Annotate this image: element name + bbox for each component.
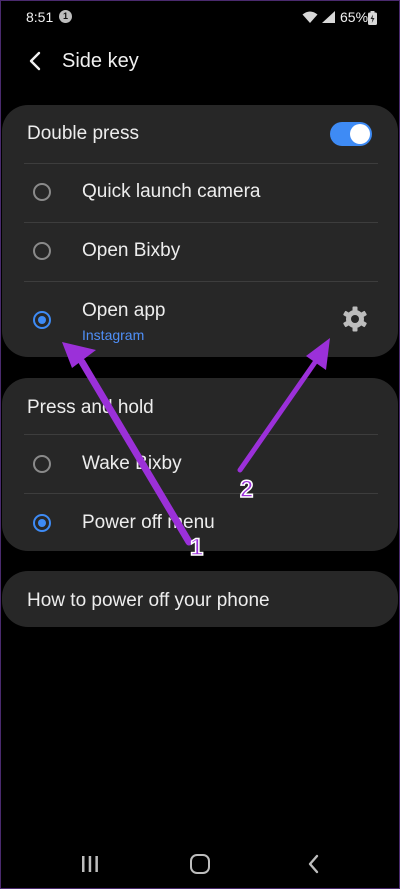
arrow-1 (62, 342, 193, 546)
recent-apps-icon[interactable] (80, 855, 100, 873)
arrow-2 (237, 338, 330, 473)
navigation-bar (0, 830, 400, 889)
annotation-label-1: 1 (189, 533, 204, 562)
home-icon[interactable] (190, 854, 210, 874)
annotation-label-2: 2 (239, 475, 254, 504)
back-icon[interactable] (306, 854, 322, 874)
annotation-arrows (62, 338, 330, 546)
